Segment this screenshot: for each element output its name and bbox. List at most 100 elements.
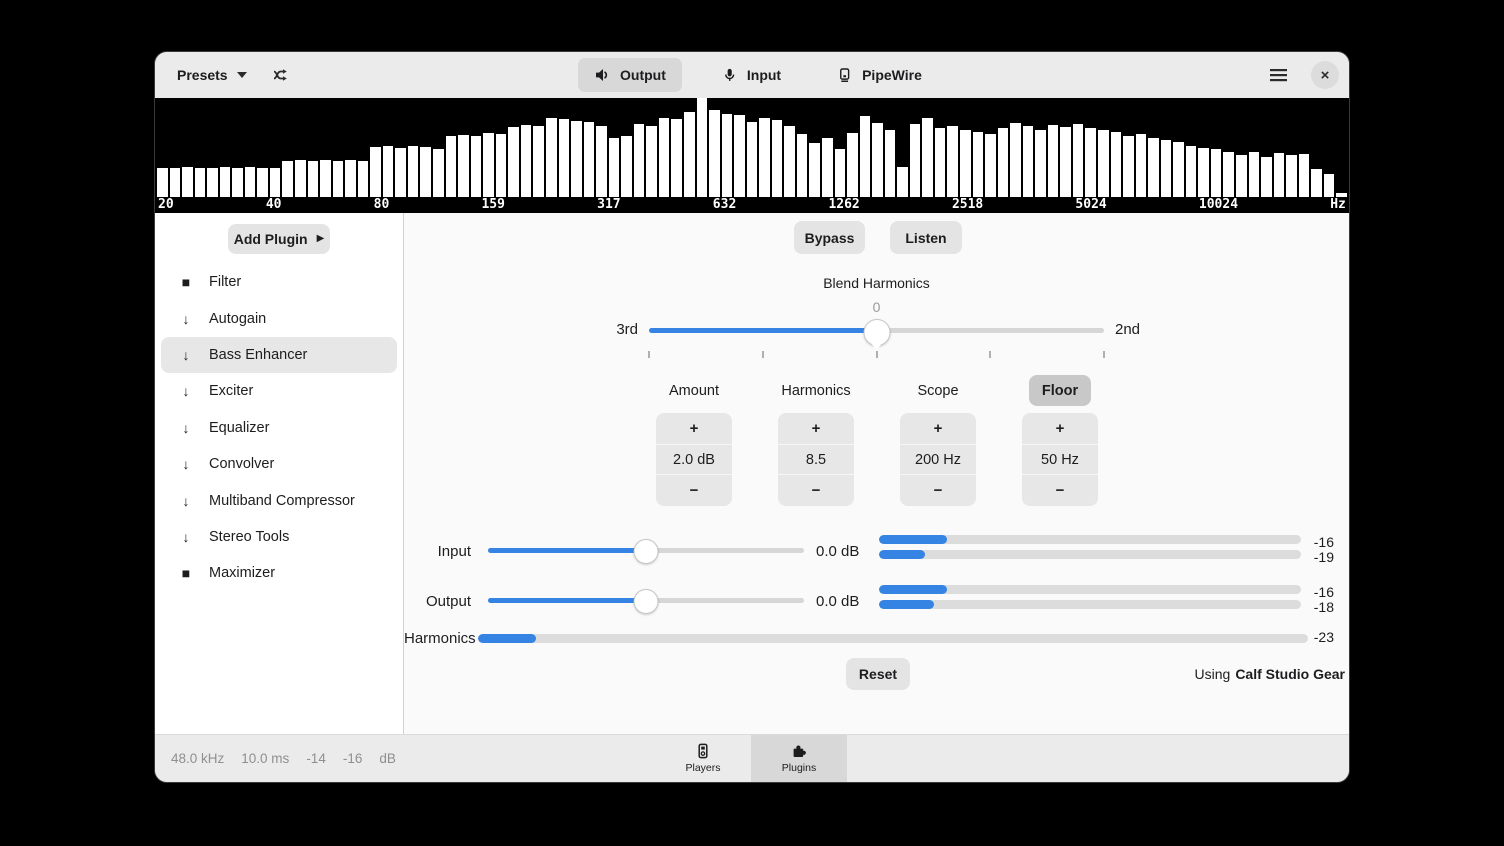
spectrum-bar bbox=[358, 161, 369, 197]
frequency-axis-label: 1262 bbox=[828, 197, 859, 213]
tab-plugins[interactable]: Plugins bbox=[751, 735, 847, 782]
blend-right-label: 2nd bbox=[1115, 321, 1179, 338]
meter-value: -19 bbox=[1304, 549, 1334, 565]
sidebar-item-equalizer[interactable]: ↓Equalizer bbox=[161, 410, 397, 446]
add-plugin-label: Add Plugin bbox=[234, 231, 308, 247]
close-button[interactable]: × bbox=[1311, 61, 1339, 89]
shuffle-button[interactable] bbox=[265, 60, 295, 90]
spectrum-bar bbox=[1198, 148, 1209, 198]
spectrum-bar bbox=[596, 126, 607, 197]
spectrum-bar bbox=[1249, 152, 1260, 197]
plugin-list: ■Filter↓Autogain↓Bass Enhancer↓Exciter↓E… bbox=[161, 264, 397, 592]
spinner-value[interactable]: 50 Hz bbox=[1022, 444, 1098, 475]
presets-menu-button[interactable]: Presets bbox=[169, 60, 255, 90]
spectrum-bar bbox=[998, 128, 1009, 197]
spinner-harmonics: Harmonics+8.5− bbox=[778, 375, 854, 506]
spectrum-bar bbox=[483, 133, 494, 197]
tab-players[interactable]: Players bbox=[655, 735, 751, 782]
blend-left-label: 3rd bbox=[574, 321, 638, 338]
spectrum-bar bbox=[1223, 152, 1234, 197]
input-level-meter bbox=[879, 535, 1301, 544]
frequency-axis-label: 10024 bbox=[1199, 197, 1238, 213]
spectrum-bar bbox=[1085, 128, 1096, 197]
spectrum-bar bbox=[646, 126, 657, 197]
output-toggle[interactable]: Output bbox=[578, 58, 682, 92]
meter-value: -16 bbox=[1304, 534, 1334, 550]
spinner-value[interactable]: 200 Hz bbox=[900, 444, 976, 475]
spectrum-bar bbox=[809, 143, 820, 197]
spinner-box: +50 Hz− bbox=[1022, 413, 1098, 506]
increment-button[interactable]: + bbox=[778, 413, 854, 444]
easyeffects-window: Presets Output bbox=[155, 52, 1349, 782]
spectrum-bar bbox=[282, 161, 293, 197]
frequency-axis-label: 632 bbox=[713, 197, 736, 213]
spectrum-bar bbox=[170, 168, 181, 197]
spectrum-bar bbox=[747, 122, 758, 197]
decrement-button[interactable]: − bbox=[656, 475, 732, 506]
spectrum-bar bbox=[985, 134, 996, 197]
blend-harmonics-slider[interactable] bbox=[649, 319, 1104, 353]
decrement-button[interactable]: − bbox=[1022, 475, 1098, 506]
sidebar-item-convolver[interactable]: ↓Convolver bbox=[161, 446, 397, 482]
frequency-axis-label: 20 bbox=[158, 197, 174, 213]
sidebar-item-autogain[interactable]: ↓Autogain bbox=[161, 300, 397, 336]
listen-button[interactable]: Listen bbox=[890, 221, 962, 254]
spectrum-bar bbox=[1060, 127, 1071, 197]
spectrum-bar bbox=[1098, 130, 1109, 197]
frequency-axis-label: 5024 bbox=[1075, 197, 1106, 213]
bypass-button[interactable]: Bypass bbox=[794, 221, 865, 254]
arrow-down-icon: ↓ bbox=[178, 420, 194, 436]
spectrum-analyzer: 20408015931763212622518502410024Hz bbox=[155, 98, 1349, 213]
sidebar-item-bass-enhancer[interactable]: ↓Bass Enhancer bbox=[161, 337, 397, 373]
input-gain-slider[interactable] bbox=[488, 539, 804, 563]
parameter-spinners: Amount+2.0 dB−Harmonics+8.5−Scope+200 Hz… bbox=[656, 375, 1098, 506]
spectrum-bar bbox=[345, 160, 356, 197]
spinner-label-floor[interactable]: Floor bbox=[1029, 375, 1091, 406]
spinner-value[interactable]: 2.0 dB bbox=[656, 444, 732, 475]
sidebar-item-filter[interactable]: ■Filter bbox=[161, 264, 397, 300]
sidebar-item-exciter[interactable]: ↓Exciter bbox=[161, 373, 397, 409]
spectrum-bar bbox=[521, 125, 532, 197]
decrement-button[interactable]: − bbox=[778, 475, 854, 506]
spectrum-bar bbox=[759, 118, 770, 197]
spinner-value[interactable]: 8.5 bbox=[778, 444, 854, 475]
slider-fill bbox=[488, 598, 646, 603]
spectrum-bar bbox=[935, 128, 946, 197]
input-toggle[interactable]: Input bbox=[706, 58, 797, 92]
spectrum-bar bbox=[395, 148, 406, 198]
spectrum-bar bbox=[1123, 136, 1134, 197]
spinner-box: +200 Hz− bbox=[900, 413, 976, 506]
slider-handle[interactable] bbox=[634, 589, 659, 614]
spinner-box: +8.5− bbox=[778, 413, 854, 506]
output-gain-slider[interactable] bbox=[488, 589, 804, 613]
slider-handle[interactable] bbox=[863, 319, 890, 346]
io-toggle-group: Output Input PipeWire bbox=[578, 58, 938, 92]
spectrum-bar bbox=[1186, 146, 1197, 197]
slider-handle[interactable] bbox=[634, 539, 659, 564]
spectrum-bar bbox=[697, 98, 708, 197]
spectrum-bar bbox=[1274, 153, 1285, 197]
arrow-down-icon: ↓ bbox=[178, 529, 194, 545]
sidebar-item-label: Autogain bbox=[209, 311, 266, 327]
reset-label: Reset bbox=[859, 666, 897, 682]
increment-button[interactable]: + bbox=[1022, 413, 1098, 444]
add-plugin-button[interactable]: Add Plugin ▶ bbox=[228, 224, 330, 254]
sidebar-item-maximizer[interactable]: ■Maximizer bbox=[161, 555, 397, 591]
output-level-meter bbox=[879, 585, 1301, 594]
sidebar-item-multiband-compressor[interactable]: ↓Multiband Compressor bbox=[161, 482, 397, 518]
decrement-button[interactable]: − bbox=[900, 475, 976, 506]
increment-button[interactable]: + bbox=[656, 413, 732, 444]
frequency-axis-label: 317 bbox=[597, 197, 620, 213]
pipewire-toggle[interactable]: PipeWire bbox=[821, 58, 938, 92]
spectrum-bar bbox=[182, 167, 193, 197]
sidebar-item-label: Convolver bbox=[209, 456, 274, 472]
sidebar-item-stereo-tools[interactable]: ↓Stereo Tools bbox=[161, 519, 397, 555]
spectrum-bar bbox=[1324, 174, 1335, 197]
increment-button[interactable]: + bbox=[900, 413, 976, 444]
tick-mark bbox=[648, 351, 650, 358]
audio-stats: 48.0 kHz10.0 ms-14-16dB bbox=[171, 751, 396, 766]
menu-button[interactable] bbox=[1263, 60, 1293, 90]
spectrum-bar bbox=[408, 146, 419, 197]
reset-button[interactable]: Reset bbox=[846, 658, 910, 690]
spectrum-bar bbox=[333, 161, 344, 197]
